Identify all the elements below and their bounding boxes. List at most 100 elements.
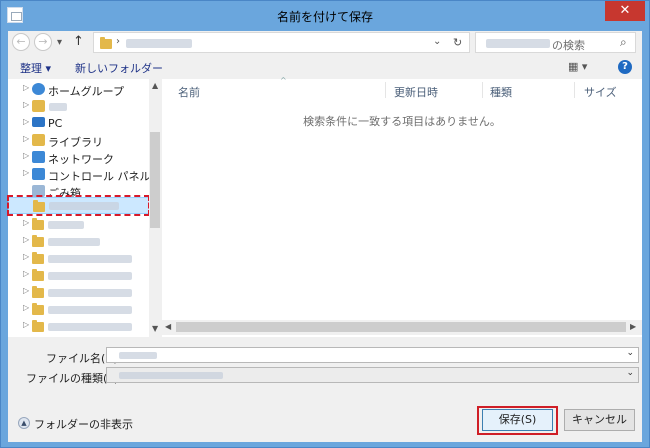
tree-item-folder[interactable]: ▷: [8, 267, 148, 284]
window-title: 名前を付けて保存: [276, 10, 373, 24]
search-box[interactable]: の検索 ⌕: [475, 32, 636, 53]
filetype-dropdown-icon[interactable]: ⌄: [626, 368, 634, 378]
filetype-select[interactable]: ⌄: [106, 367, 639, 383]
address-path-redacted: [126, 39, 192, 48]
expand-arrow-icon[interactable]: ▷: [23, 320, 29, 329]
tree-item-user[interactable]: ▷: [8, 98, 148, 115]
user-icon: [32, 100, 45, 112]
scroll-up-icon[interactable]: ▲: [152, 81, 158, 90]
close-button[interactable]: ✕: [605, 1, 645, 21]
search-placeholder: の検索: [552, 39, 585, 52]
collapse-icon: ▲: [18, 417, 30, 429]
navigation-scrollbar[interactable]: ▲ ▼: [149, 79, 162, 337]
sort-indicator-icon: ^: [280, 76, 287, 85]
navigation-pane[interactable]: ▷ ホームグループ ▷ ▷ PC ▷ ライブラリ ▷ ネットワーク ▷ コントロ…: [7, 79, 162, 337]
expand-arrow-icon[interactable]: ▷: [23, 151, 29, 160]
folder-icon: [32, 286, 44, 298]
tree-item-label: ネットワーク: [48, 153, 114, 166]
tree-item-pc[interactable]: ▷ PC: [8, 115, 148, 132]
tree-item-homegroup[interactable]: ▷ ホームグループ: [8, 81, 148, 98]
tree-item-folder[interactable]: ▷: [8, 233, 148, 250]
expand-arrow-icon[interactable]: ▷: [23, 235, 29, 244]
column-separator[interactable]: [385, 82, 386, 98]
user-name-redacted: [49, 103, 67, 111]
column-header-name[interactable]: 名前: [178, 84, 200, 100]
view-options-button[interactable]: ▦ ▾: [568, 60, 587, 73]
address-bar[interactable]: › ⌄ ↻: [93, 32, 470, 53]
help-icon[interactable]: ?: [618, 60, 632, 74]
folder-name-redacted: [48, 255, 132, 263]
horizontal-scrollbar[interactable]: ◀ ▶: [162, 320, 642, 335]
tree-item-folder[interactable]: ▷: [8, 318, 148, 334]
scroll-thumb[interactable]: [150, 132, 160, 228]
back-button[interactable]: ←: [12, 33, 30, 51]
title-bar: 名前を付けて保存 ✕: [1, 1, 649, 31]
scroll-left-icon[interactable]: ◀: [165, 322, 171, 331]
up-button[interactable]: ↑: [73, 34, 84, 49]
folder-name-redacted: [48, 272, 132, 280]
folder-icon: [32, 252, 44, 264]
tree-item-label: PC: [48, 117, 63, 130]
tree-item-label: コントロール パネル: [48, 170, 151, 183]
homegroup-icon: [32, 83, 45, 95]
tree-item-libraries[interactable]: ▷ ライブラリ: [8, 132, 148, 149]
organize-button[interactable]: 整理 ▾: [20, 60, 51, 76]
scroll-down-icon[interactable]: ▼: [152, 324, 158, 333]
save-as-dialog: 名前を付けて保存 ✕ ← → ▾ ↑ › ⌄ ↻ の検索 ⌕ 整理 ▾ 新しいフ…: [0, 0, 650, 448]
search-scope-redacted: [486, 39, 550, 48]
expand-arrow-icon[interactable]: ▷: [23, 134, 29, 143]
empty-state-message: 検索条件に一致する項目はありません。: [303, 115, 501, 128]
folder-name-redacted: [48, 238, 100, 246]
filename-dropdown-icon[interactable]: ⌄: [626, 348, 634, 358]
network-icon: [32, 151, 45, 163]
expand-arrow-icon[interactable]: ▷: [23, 252, 29, 261]
filename-input[interactable]: ⌄: [106, 347, 639, 363]
tree-item-folder[interactable]: ▷: [8, 216, 148, 233]
recent-locations-button[interactable]: ▾: [57, 37, 62, 48]
search-icon[interactable]: ⌕: [620, 35, 627, 50]
forward-button[interactable]: →: [34, 33, 52, 51]
folder-name-redacted: [48, 306, 132, 314]
new-folder-button[interactable]: 新しいフォルダー: [75, 60, 163, 76]
column-separator[interactable]: [574, 82, 575, 98]
expand-arrow-icon[interactable]: ▷: [23, 269, 29, 278]
column-header-size[interactable]: サイズ: [584, 84, 617, 100]
folder-name-redacted: [48, 289, 132, 297]
tree-item-folder[interactable]: ▷: [8, 284, 148, 301]
cancel-button[interactable]: キャンセル: [564, 409, 635, 431]
highlight-dashed-box: [7, 195, 150, 216]
filename-value-redacted: [119, 352, 157, 359]
refresh-icon[interactable]: ↻: [453, 36, 462, 49]
folder-name-redacted: [48, 221, 84, 229]
library-icon: [32, 134, 45, 146]
tree-item-folder[interactable]: ▷: [8, 301, 148, 318]
pc-icon: [32, 117, 45, 127]
scroll-thumb[interactable]: [176, 322, 626, 332]
scroll-right-icon[interactable]: ▶: [630, 322, 636, 331]
expand-arrow-icon[interactable]: ▷: [23, 286, 29, 295]
expand-arrow-icon[interactable]: ▷: [23, 218, 29, 227]
address-dropdown-button[interactable]: ⌄: [433, 36, 441, 47]
expand-arrow-icon[interactable]: ▷: [23, 168, 29, 177]
tree-item-label: ホームグループ: [48, 85, 125, 98]
folder-icon: [32, 235, 44, 247]
expand-arrow-icon[interactable]: ▷: [23, 83, 29, 92]
folder-icon: [32, 269, 44, 281]
dialog-footer: ▲ フォルダーの非表示 保存(S) キャンセル: [8, 393, 642, 442]
folder-icon: [32, 218, 44, 230]
column-header-type[interactable]: 種類: [490, 84, 512, 100]
expand-arrow-icon[interactable]: ▷: [23, 303, 29, 312]
tree-item-network[interactable]: ▷ ネットワーク: [8, 149, 148, 166]
dialog-body: ← → ▾ ↑ › ⌄ ↻ の検索 ⌕ 整理 ▾ 新しいフォルダー ▦ ▾ ? …: [7, 31, 642, 442]
tree-item-control-panel[interactable]: ▷ コントロール パネル: [8, 166, 151, 183]
file-list-pane[interactable]: ^ 名前 更新日時 種類 サイズ 検索条件に一致する項目はありません。 ◀ ▶: [162, 76, 642, 337]
hide-folders-label: フォルダーの非表示: [34, 418, 133, 431]
expand-arrow-icon[interactable]: ▷: [23, 117, 29, 126]
tree-item-folder[interactable]: ▷: [8, 250, 148, 267]
column-separator[interactable]: [482, 82, 483, 98]
save-button[interactable]: 保存(S): [482, 409, 553, 431]
filetype-value-redacted: [119, 372, 223, 379]
expand-arrow-icon[interactable]: ▷: [23, 100, 29, 109]
column-header-modified[interactable]: 更新日時: [394, 84, 438, 100]
command-bar: 整理 ▾ 新しいフォルダー ▦ ▾ ?: [8, 55, 642, 79]
